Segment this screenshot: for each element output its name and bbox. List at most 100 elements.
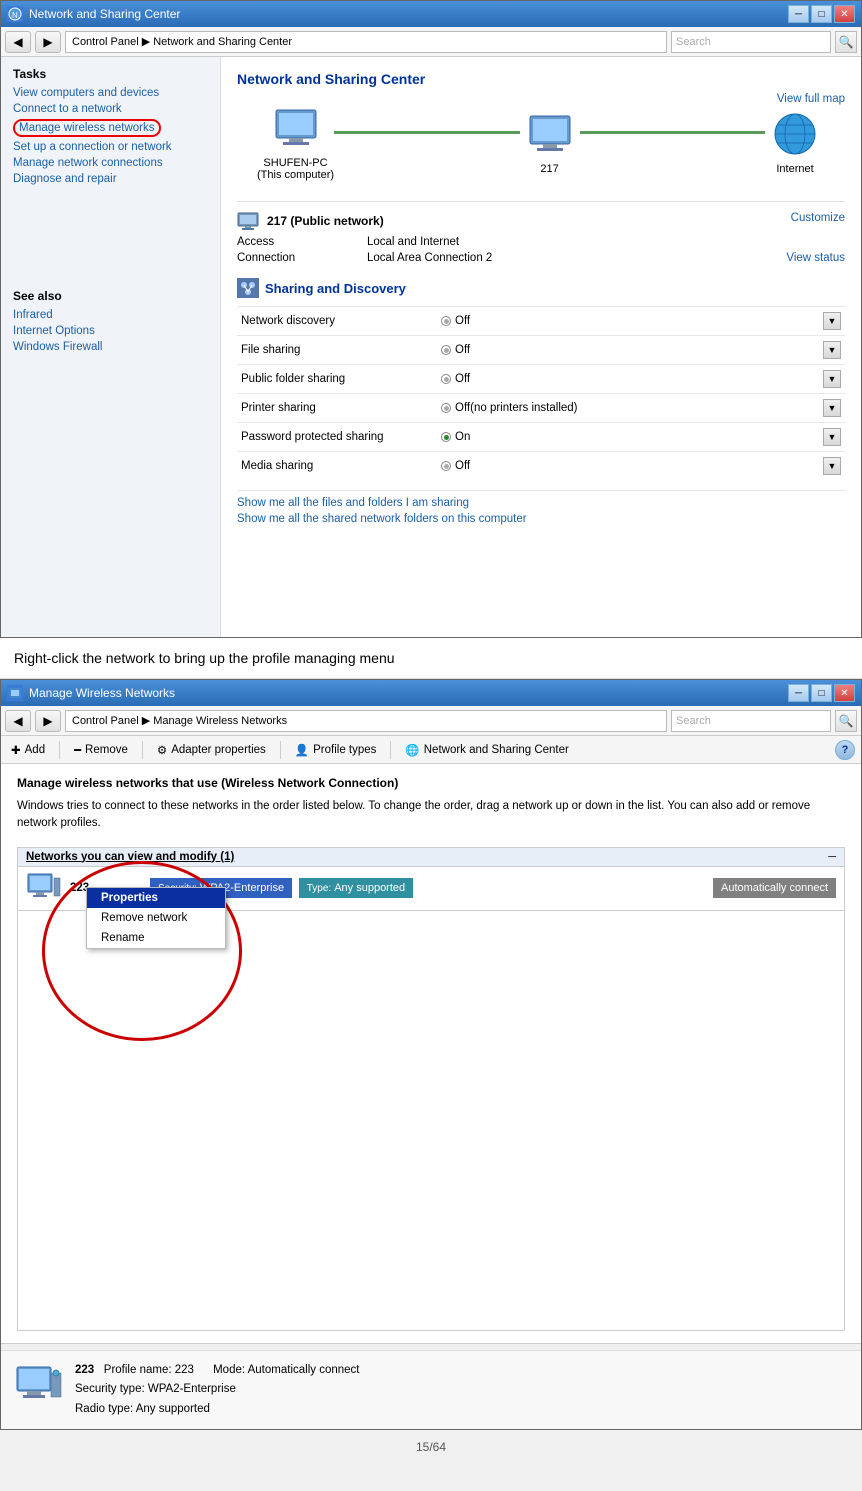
- sharing-link-folders[interactable]: Show me all the shared network folders o…: [237, 513, 845, 525]
- manage-wireless-window: Manage Wireless Networks ─ □ ✕ ◀ ▶ Contr…: [0, 679, 862, 1430]
- close-button-1[interactable]: ✕: [834, 5, 855, 23]
- toolbar-remove-button[interactable]: ━ Remove: [70, 741, 132, 759]
- content-area-1: Network and Sharing Center View full map: [221, 57, 861, 637]
- title-bar-controls-2: ─ □ ✕: [788, 684, 855, 702]
- dropdown-arrow-public[interactable]: ▼: [823, 370, 841, 388]
- network-info-block: 217 (Public network) Customize Access Lo…: [237, 201, 845, 264]
- sharing-link-files[interactable]: Show me all the files and folders I am s…: [237, 497, 845, 509]
- sharing-section-icon: [237, 278, 259, 298]
- network-sharing-icon: 🌐: [405, 743, 419, 757]
- networks-section-header: Networks you can view and modify (1) ─: [17, 847, 845, 867]
- view-status-link[interactable]: View status: [786, 252, 845, 264]
- minimize-button-2[interactable]: ─: [788, 684, 809, 702]
- connection-label: Connection: [237, 252, 367, 264]
- sidebar-item-internet-options[interactable]: Internet Options: [13, 325, 208, 337]
- restore-button[interactable]: □: [811, 5, 832, 23]
- sidebar-item-view-computers[interactable]: View computers and devices: [13, 87, 208, 99]
- help-button[interactable]: ?: [835, 740, 855, 760]
- radio-dot-file: [441, 345, 451, 355]
- close-button-2[interactable]: ✕: [834, 684, 855, 702]
- sidebar-item-connect-network[interactable]: Connect to a network: [13, 103, 208, 115]
- sharing-value-text-public: Off: [455, 373, 470, 385]
- sharing-value-text-file: Off: [455, 344, 470, 356]
- net-line-1: [334, 131, 519, 134]
- sharing-row-network-discovery: Network discovery Off ▼: [237, 306, 845, 335]
- sidebar-item-setup-connection[interactable]: Set up a connection or network: [13, 141, 208, 153]
- computer-icon-217: [520, 109, 580, 159]
- info-row-access: Access Local and Internet: [237, 236, 845, 248]
- search-box-1[interactable]: Search: [671, 31, 831, 53]
- sharing-label-public-folder: Public folder sharing: [241, 373, 441, 385]
- restore-button-2[interactable]: □: [811, 684, 832, 702]
- toolbar-sep-2: [142, 741, 143, 759]
- network-list-row[interactable]: 223 Security: WPA2-Enterprise Type: Any …: [17, 867, 845, 911]
- dropdown-arrow-file[interactable]: ▼: [823, 341, 841, 359]
- search-box-2[interactable]: Search: [671, 710, 831, 732]
- title-bar-2: Manage Wireless Networks ─ □ ✕: [1, 680, 861, 706]
- sharing-row-password: Password protected sharing On ▼: [237, 422, 845, 451]
- sidebar-item-infrared[interactable]: Infrared: [13, 309, 208, 321]
- sharing-label-media: Media sharing: [241, 460, 441, 472]
- sharing-label-password: Password protected sharing: [241, 431, 441, 443]
- auto-connect-text: Automatically connect: [721, 882, 828, 894]
- toolbar-add-button[interactable]: ✚ Add: [7, 741, 49, 759]
- address-bar-2: ◀ ▶ Control Panel ▶ Manage Wireless Netw…: [1, 706, 861, 736]
- toolbar-profile-button[interactable]: 👤 Profile types: [291, 741, 381, 759]
- networks-count-label: Networks you can view and modify (1): [26, 851, 234, 863]
- sidebar-item-diagnose-repair[interactable]: Diagnose and repair: [13, 173, 208, 185]
- info-row-connection: Connection Local Area Connection 2 View …: [237, 252, 845, 264]
- sharing-row-public-folder: Public folder sharing Off ▼: [237, 364, 845, 393]
- context-menu-rename[interactable]: Rename: [87, 928, 225, 948]
- back-button[interactable]: ◀: [5, 31, 31, 53]
- radio-dot-media: [441, 461, 451, 471]
- dropdown-arrow-printer[interactable]: ▼: [823, 399, 841, 417]
- search-go-button-1[interactable]: 🔍: [835, 31, 857, 53]
- sharing-value-text-password: On: [455, 431, 470, 443]
- sidebar-1: Tasks View computers and devices Connect…: [1, 57, 221, 637]
- remove-icon: ━: [74, 743, 81, 757]
- search-placeholder-2: Search: [676, 715, 711, 727]
- dropdown-arrow-password[interactable]: ▼: [823, 428, 841, 446]
- forward-button[interactable]: ▶: [35, 31, 61, 53]
- toolbar-sep-3: [280, 741, 281, 759]
- dropdown-arrow-media[interactable]: ▼: [823, 457, 841, 475]
- dropdown-arrow-discovery[interactable]: ▼: [823, 312, 841, 330]
- profile-icon: 👤: [295, 743, 309, 757]
- search-go-button-2[interactable]: 🔍: [835, 710, 857, 732]
- sharing-rows: Network discovery Off ▼ File sharing Off…: [237, 306, 845, 480]
- manage-networks-title: Manage wireless networks that use (Wirel…: [17, 776, 845, 790]
- collapse-button[interactable]: ─: [828, 851, 836, 863]
- window-icon: N: [7, 6, 23, 22]
- content-title-1: Network and Sharing Center: [237, 71, 845, 87]
- address-path-2[interactable]: Control Panel ▶ Manage Wireless Networks: [65, 710, 667, 732]
- profile-name-row: 223 Profile name: 223 Mode: Automaticall…: [75, 1361, 359, 1381]
- sharing-value-media: Off: [441, 460, 823, 472]
- toolbar-bar: ✚ Add ━ Remove ⚙ Adapter properties 👤 Pr…: [1, 736, 861, 764]
- sharing-value-file-sharing: Off: [441, 344, 823, 356]
- back-button-2[interactable]: ◀: [5, 710, 31, 732]
- customize-link[interactable]: Customize: [791, 212, 845, 230]
- empty-list-area: [17, 911, 845, 1331]
- context-menu-properties[interactable]: Properties: [87, 888, 225, 908]
- instruction-content: Right-click the network to bring up the …: [14, 650, 395, 666]
- address-path-1[interactable]: Control Panel ▶ Network and Sharing Cent…: [65, 31, 667, 53]
- title-bar-left-2: Manage Wireless Networks: [7, 685, 175, 701]
- sharing-value-text-discovery: Off: [455, 315, 470, 327]
- svg-text:N: N: [12, 11, 18, 20]
- toolbar-adapter-button[interactable]: ⚙ Adapter properties: [153, 741, 270, 759]
- profile-number: 223: [75, 1364, 101, 1376]
- see-also-title: See also: [13, 289, 208, 303]
- add-label: Add: [25, 744, 45, 756]
- context-menu-remove[interactable]: Remove network: [87, 908, 225, 928]
- view-full-map-link[interactable]: View full map: [777, 93, 845, 105]
- profile-radio-type: Radio type: Any supported: [75, 1400, 359, 1420]
- sharing-label-network-discovery: Network discovery: [241, 315, 441, 327]
- sidebar-item-windows-firewall[interactable]: Windows Firewall: [13, 341, 208, 353]
- sidebar-item-manage-connections[interactable]: Manage network connections: [13, 157, 208, 169]
- toolbar-network-button[interactable]: 🌐 Network and Sharing Center: [401, 741, 572, 759]
- sidebar-item-manage-wireless[interactable]: Manage wireless networks: [13, 119, 161, 137]
- type-label: Type:: [307, 883, 331, 894]
- minimize-button[interactable]: ─: [788, 5, 809, 23]
- forward-button-2[interactable]: ▶: [35, 710, 61, 732]
- sharing-section-title: Sharing and Discovery: [265, 281, 406, 296]
